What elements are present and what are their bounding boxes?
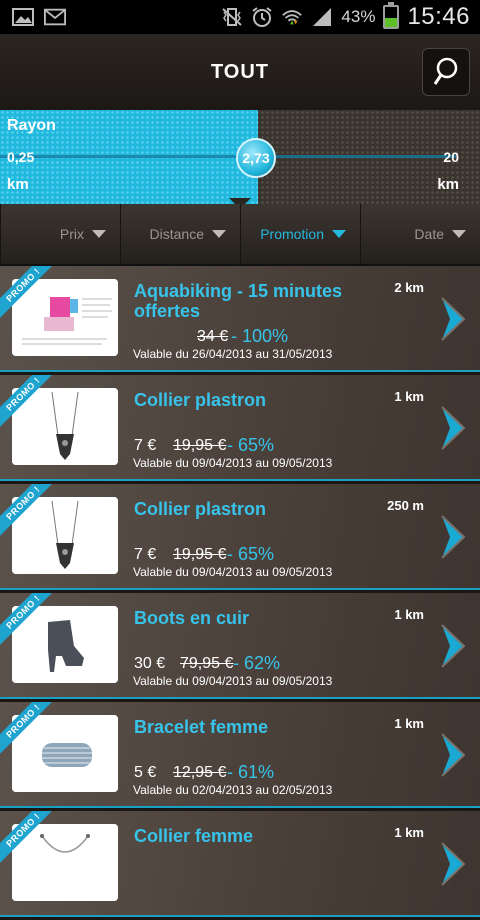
product-list: PROMO ! Aquabiking - 15 minutes offertes… xyxy=(0,266,480,920)
sort-price[interactable]: Prix xyxy=(0,204,120,264)
product-distance: 1 km xyxy=(394,389,424,404)
product-distance: 2 km xyxy=(394,280,424,295)
validity-dates: Valable du 02/04/2013 au 02/05/2013 xyxy=(133,783,333,797)
radius-track-left xyxy=(0,155,240,158)
sort-label: Distance xyxy=(149,226,204,242)
chevron-right-icon xyxy=(441,842,466,886)
product-image xyxy=(12,606,118,683)
image-icon xyxy=(12,7,34,27)
list-item[interactable]: PROMO ! Collier plastron 1 km 7 € 19,95 … xyxy=(0,375,480,481)
discount: - 65% xyxy=(227,544,275,564)
old-price: 12,95 € xyxy=(173,764,227,781)
product-title: Collier plastron xyxy=(134,499,267,519)
wifi-icon xyxy=(281,7,303,27)
caret-down-icon xyxy=(212,230,226,238)
discount: - 65% xyxy=(227,435,275,455)
new-price: 7 € xyxy=(134,437,157,454)
old-price: 34 € xyxy=(197,328,229,345)
product-image xyxy=(12,497,118,574)
list-item[interactable]: PROMO ! Boots en cuir 1 km 30 € 79,95 € … xyxy=(0,593,480,699)
old-price: 19,95 € xyxy=(173,546,227,563)
chevron-right-icon xyxy=(441,515,466,559)
radius-slider[interactable]: Rayon 0,25 km 20 km 2,73 xyxy=(0,110,480,204)
product-image xyxy=(12,824,118,901)
radius-slider-handle[interactable]: 2,73 xyxy=(236,138,276,178)
sort-bar: Prix Distance Promotion Date xyxy=(0,204,480,266)
new-price: 30 € xyxy=(134,655,166,672)
product-distance: 1 km xyxy=(394,716,424,731)
radius-label: Rayon xyxy=(7,117,56,134)
sort-distance[interactable]: Distance xyxy=(120,204,240,264)
product-title: Boots en cuir xyxy=(134,608,250,628)
radius-unit-left: km xyxy=(7,176,29,193)
discount: - 100% xyxy=(231,326,289,346)
product-distance: 1 km xyxy=(394,607,424,622)
battery-icon xyxy=(383,2,400,29)
product-title: Collier plastron xyxy=(134,390,267,410)
title-bar: TOUT xyxy=(0,34,480,110)
radius-max: 20 xyxy=(443,149,459,165)
gmail-icon xyxy=(44,7,66,27)
product-title: Collier femme xyxy=(134,826,254,846)
vibrate-icon xyxy=(221,7,243,27)
validity-dates: Valable du 09/04/2013 au 09/05/2013 xyxy=(133,674,333,688)
radius-unit-right: km xyxy=(437,176,459,193)
status-bar: 43% 15:46 xyxy=(0,0,480,34)
sort-promotion[interactable]: Promotion xyxy=(240,204,360,264)
old-price: 79,95 € xyxy=(180,655,234,672)
page-title: TOUT xyxy=(210,60,270,83)
alarm-icon xyxy=(251,7,273,27)
chevron-right-icon xyxy=(441,406,466,450)
validity-dates: Valable du 09/04/2013 au 09/05/2013 xyxy=(133,565,333,579)
caret-down-icon xyxy=(332,230,346,238)
product-distance: 1 km xyxy=(394,825,424,840)
list-item[interactable]: PROMO ! Collier plastron 250 m 7 € 19,95… xyxy=(0,484,480,590)
list-item[interactable]: PROMO ! Bracelet femme 1 km 5 € 12,95 € … xyxy=(0,702,480,808)
caret-down-icon xyxy=(92,230,106,238)
battery-percentage: 43% xyxy=(341,7,376,26)
sort-date[interactable]: Date xyxy=(360,204,480,264)
new-price: 7 € xyxy=(134,546,157,563)
radius-min: 0,25 xyxy=(7,149,35,165)
sort-label: Date xyxy=(414,226,444,242)
sort-label: Promotion xyxy=(260,226,324,242)
search-icon xyxy=(433,57,458,85)
list-item[interactable]: PROMO ! Aquabiking - 15 minutes offertes… xyxy=(0,266,480,372)
sort-label: Prix xyxy=(59,226,84,242)
old-price: 19,95 € xyxy=(173,437,227,454)
validity-dates: Valable du 09/04/2013 au 09/05/2013 xyxy=(133,456,333,470)
chevron-right-icon xyxy=(441,624,466,668)
validity-dates: Valable du 26/04/2013 au 31/05/2013 xyxy=(133,347,333,361)
product-image xyxy=(12,715,118,792)
new-price: 5 € xyxy=(134,764,157,781)
product-image xyxy=(12,279,118,356)
list-item[interactable]: PROMO ! Collier femme 1 km xyxy=(0,811,480,917)
signal-icon xyxy=(311,7,333,27)
product-title: Bracelet femme xyxy=(134,717,269,737)
chevron-right-icon xyxy=(441,733,466,777)
discount: - 61% xyxy=(227,762,275,782)
discount: - 62% xyxy=(233,653,281,673)
product-image xyxy=(12,388,118,465)
search-button[interactable] xyxy=(422,48,470,96)
radius-track-right xyxy=(276,155,456,158)
chevron-right-icon xyxy=(441,297,466,341)
product-distance: 250 m xyxy=(387,498,424,513)
product-title: Aquabiking - 15 minutes offertes xyxy=(134,281,343,321)
caret-down-icon xyxy=(452,230,466,238)
clock: 15:46 xyxy=(407,3,470,30)
